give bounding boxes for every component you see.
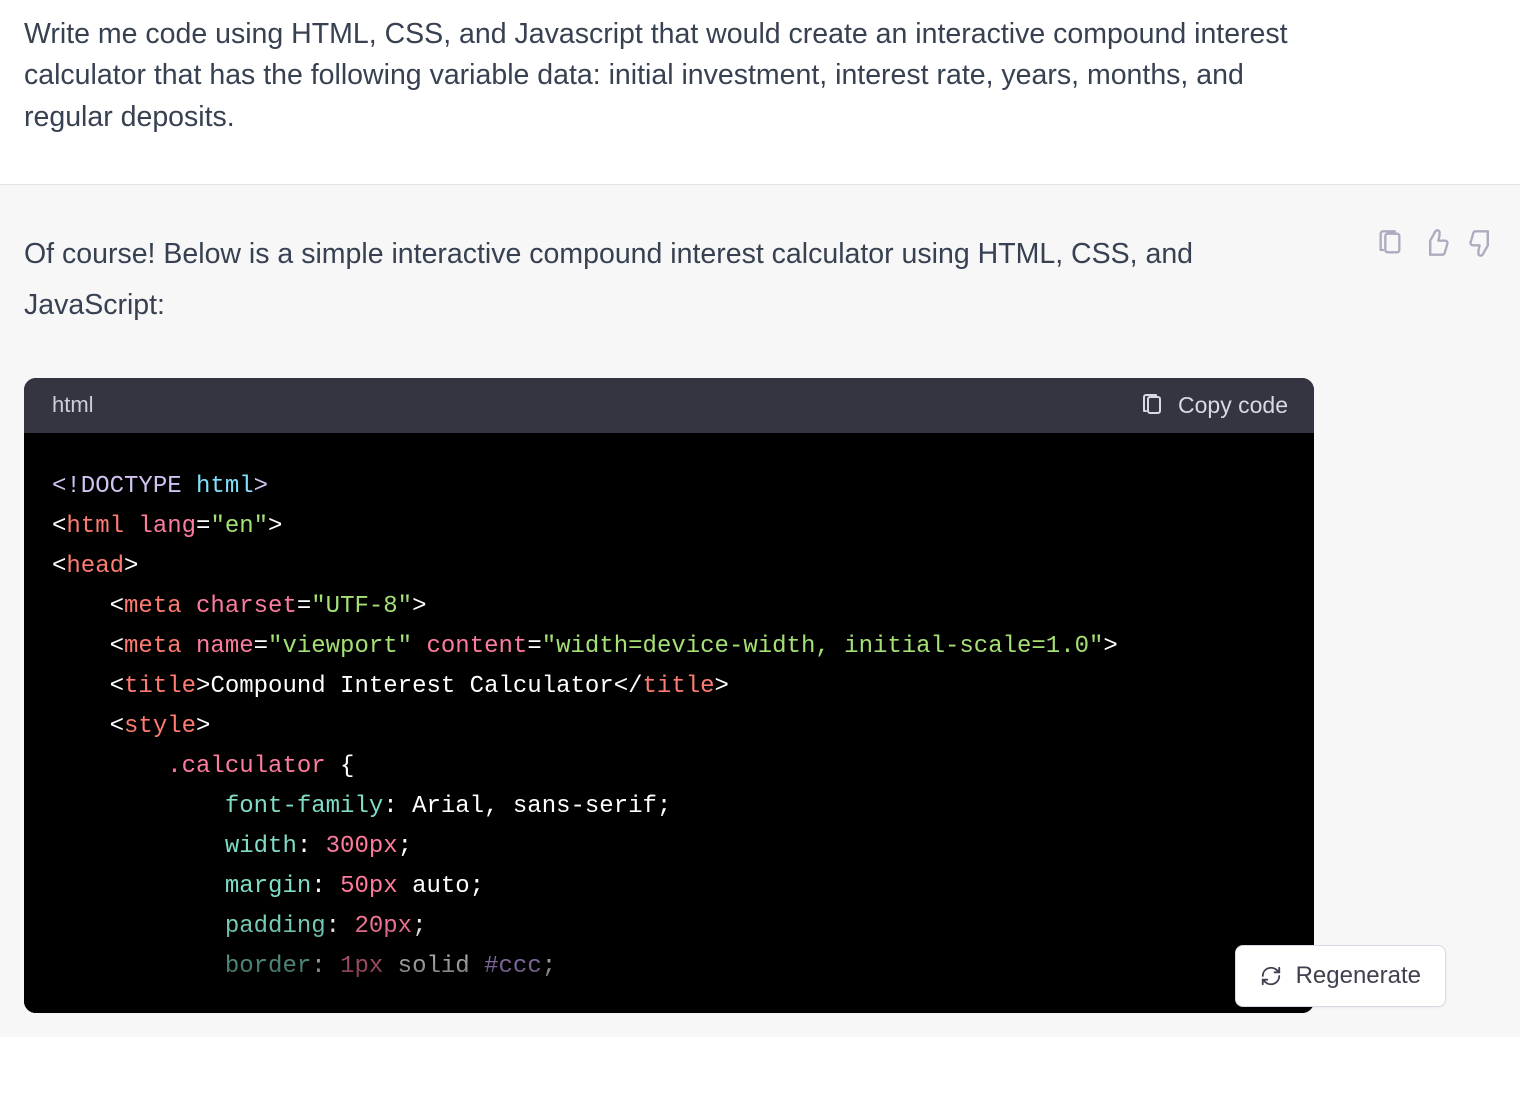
regenerate-icon: [1260, 965, 1282, 987]
clipboard-icon[interactable]: [1376, 229, 1404, 257]
message-actions: [1376, 229, 1496, 257]
assistant-intro-text: Of course! Below is a simple interactive…: [24, 229, 1304, 332]
clipboard-icon: [1140, 393, 1164, 417]
regenerate-label: Regenerate: [1296, 962, 1421, 990]
copy-code-button[interactable]: Copy code: [1140, 392, 1288, 419]
regenerate-button[interactable]: Regenerate: [1235, 945, 1446, 1007]
user-message-section: Write me code using HTML, CSS, and Javas…: [0, 0, 1520, 185]
code-language-label: html: [52, 392, 94, 418]
copy-code-label: Copy code: [1178, 392, 1288, 419]
code-block: html Copy code <!DOCTYPE html> <html lan…: [24, 378, 1314, 1013]
code-body[interactable]: <!DOCTYPE html> <html lang="en"> <head> …: [24, 433, 1314, 1013]
thumbs-down-icon[interactable]: [1468, 229, 1496, 257]
user-prompt-text: Write me code using HTML, CSS, and Javas…: [24, 14, 1304, 138]
assistant-message-section: Of course! Below is a simple interactive…: [0, 185, 1520, 1037]
thumbs-up-icon[interactable]: [1422, 229, 1450, 257]
code-header: html Copy code: [24, 378, 1314, 433]
